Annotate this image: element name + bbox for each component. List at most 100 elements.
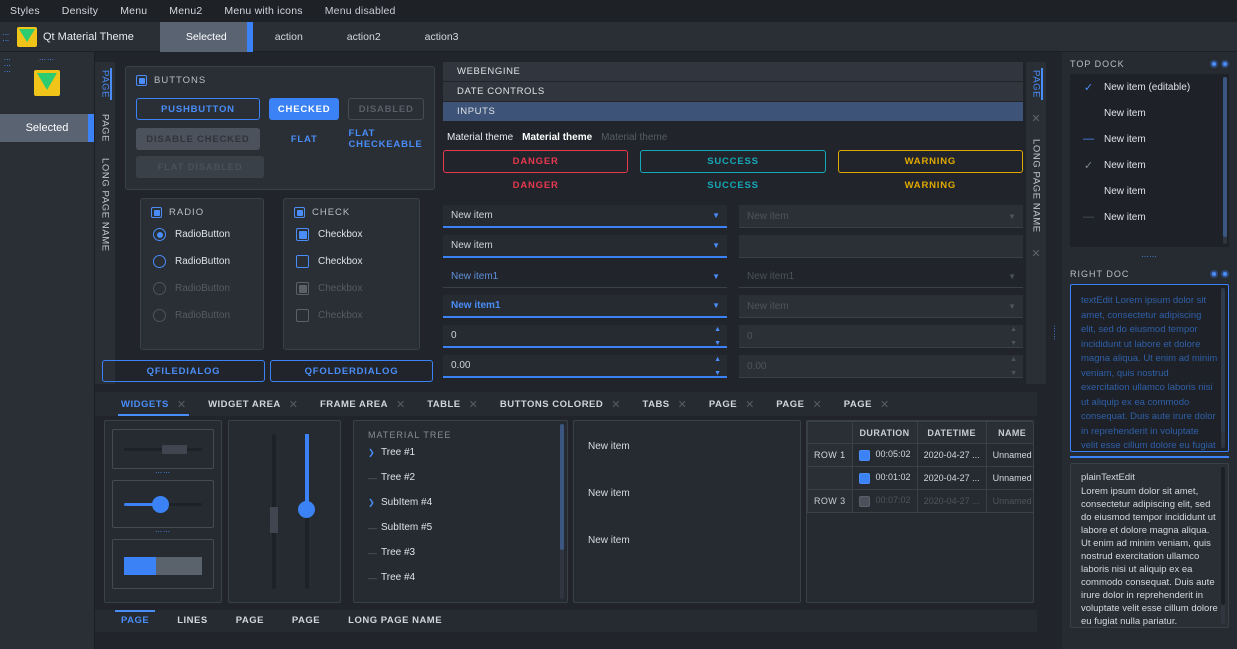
page-tab-page-2[interactable]: PAGE [222, 610, 278, 632]
vtab-left-long-page-name[interactable]: LONG PAGE NAME [100, 150, 111, 260]
table-col-duration[interactable]: DURATION [851, 421, 918, 444]
table-cell-name[interactable]: Unnamed [985, 443, 1033, 467]
chevron-right-icon[interactable]: ❯ [368, 498, 376, 507]
table-col-datetime[interactable]: DATETIME [916, 421, 987, 444]
menu-item-density[interactable]: Density [62, 5, 98, 17]
table-cell-duration[interactable]: 00:01:02 [851, 466, 918, 490]
checkbox-icon[interactable] [151, 207, 162, 218]
section-inputs[interactable]: INPUTS [443, 102, 1023, 121]
danger-flat-button[interactable]: DANGER [443, 173, 628, 198]
spinner-arrows-icon[interactable]: ▲ ▼ [714, 356, 721, 377]
checkbox-icon[interactable] [858, 472, 870, 484]
list-item[interactable]: New item [574, 421, 800, 460]
vslider-handle[interactable] [270, 507, 278, 533]
pushbutton-button[interactable]: PUSHBUTTON [136, 98, 260, 120]
tree-node-5[interactable]: — Tree #3 [360, 540, 567, 565]
close-icon[interactable]: ✕ [469, 398, 478, 411]
tab-frame-area[interactable]: FRAME AREA ✕ [309, 392, 416, 416]
close-icon[interactable]: ✕ [813, 398, 822, 411]
slider-handle[interactable] [152, 496, 169, 513]
qfolderdialog-button[interactable]: QFOLDERDIALOG [270, 360, 433, 382]
dock-list-item-6[interactable]: — New item [1070, 204, 1229, 230]
dock-list-item-5[interactable]: New item [1070, 178, 1229, 204]
toolbar-action-1[interactable]: action [253, 22, 325, 52]
dock-list-item-4[interactable]: ✓ New item [1070, 152, 1229, 178]
spinner-arrows-icon[interactable]: ▲ ▼ [714, 326, 721, 347]
dock-list-item-2[interactable]: New item [1070, 100, 1229, 126]
close-icon[interactable]: ✕ [1031, 241, 1040, 266]
tree-node-3[interactable]: ❯ SubItem #4 [360, 490, 567, 515]
close-dock-icon[interactable] [1221, 60, 1229, 68]
list-item[interactable]: New item [574, 460, 800, 507]
dock-list-scrollbar[interactable] [1223, 77, 1227, 244]
close-icon[interactable]: ✕ [396, 398, 405, 411]
warning-flat-button[interactable]: WARNING [838, 173, 1023, 198]
menu-item-styles[interactable]: Styles [10, 5, 40, 17]
tab-widget-area[interactable]: WIDGET AREA ✕ [197, 392, 309, 416]
toolbar-drag-handle[interactable]: ⋮⋮ [0, 22, 9, 51]
vtab-left-page-2[interactable]: PAGE [100, 106, 111, 150]
close-icon[interactable]: ✕ [611, 398, 620, 411]
flat-button[interactable]: FLAT [269, 128, 340, 150]
table-cell-duration[interactable]: 00:05:02 [851, 443, 918, 467]
section-date-controls[interactable]: DATE CONTROLS [443, 82, 1023, 101]
close-icon[interactable]: ✕ [1031, 106, 1040, 131]
success-button[interactable]: SUCCESS [640, 150, 826, 173]
radio-row-1[interactable]: RadioButton [153, 228, 263, 241]
float-icon[interactable] [1210, 270, 1218, 278]
dock-separator[interactable] [1070, 456, 1229, 458]
radio-icon[interactable] [153, 228, 166, 241]
close-dock-icon[interactable] [1221, 270, 1229, 278]
menu-item-menu[interactable]: Menu [120, 5, 147, 17]
table-col-name[interactable]: NAME [985, 421, 1033, 444]
toolbar-action-2[interactable]: action2 [325, 22, 403, 52]
tab-page-3[interactable]: PAGE ✕ [833, 392, 900, 416]
menu-item-menu-with-icons[interactable]: Menu with icons [224, 5, 302, 17]
tree-node-4[interactable]: — SubItem #5 [360, 515, 567, 540]
tab-tabs[interactable]: TABS ✕ [631, 392, 697, 416]
qfiledialog-button[interactable]: QFILEDIALOG [102, 360, 265, 382]
tab-widgets[interactable]: WIDGETS ✕ [110, 392, 197, 416]
radio-row-2[interactable]: RadioButton [153, 255, 263, 268]
close-icon[interactable]: ✕ [880, 398, 889, 411]
table-cell-name[interactable]: Unnamed [985, 466, 1033, 490]
chevron-right-icon[interactable]: ❯ [368, 448, 376, 457]
splitter-dots[interactable]: ⋯⋯ [105, 528, 221, 536]
table-cell-datetime[interactable]: 2020-04-27 ... [916, 466, 987, 490]
page-tab-page-1[interactable]: PAGE [107, 610, 163, 632]
toolbar-action-selected[interactable]: Selected [159, 21, 253, 52]
page-tab-long-page-name[interactable]: LONG PAGE NAME [334, 610, 456, 632]
success-flat-button[interactable]: SUCCESS [640, 173, 825, 198]
checkbox-icon[interactable] [858, 449, 870, 461]
combobox-4[interactable]: New item1 ▼ [443, 295, 727, 318]
radio-icon[interactable] [153, 255, 166, 268]
splitter-handle-vertical[interactable]: ⋯⋯ [1049, 325, 1057, 341]
dock-list-item-1[interactable]: ✓ New item (editable) [1070, 74, 1229, 100]
check-row-2[interactable]: Checkbox [296, 255, 419, 268]
flat-checkeable-button[interactable]: FLAT CHECKEABLE [349, 128, 424, 150]
tree-node-1[interactable]: ❯ Tree #1 [360, 440, 567, 465]
combobox-2[interactable]: New item ▼ [443, 235, 727, 258]
tab-page-1[interactable]: PAGE ✕ [698, 392, 765, 416]
text-edit-scrollbar[interactable] [1221, 288, 1225, 448]
text-edit[interactable]: textEdit Lorem ipsum dolor sit amet, con… [1070, 284, 1229, 452]
checked-button[interactable]: CHECKED [268, 98, 340, 120]
warning-button[interactable]: WARNING [837, 150, 1023, 173]
vslider2-handle[interactable] [298, 501, 315, 518]
combobox-1[interactable]: New item ▼ [443, 205, 727, 228]
tree-scrollbar[interactable] [560, 424, 564, 599]
vtab-right-page[interactable]: PAGE [1031, 62, 1043, 106]
float-icon[interactable] [1210, 60, 1218, 68]
page-tab-lines[interactable]: LINES [163, 610, 221, 632]
combobox-3[interactable]: New item1 ▼ [443, 265, 727, 288]
close-icon[interactable]: ✕ [177, 398, 186, 411]
sidebar-item-selected[interactable]: Selected [0, 114, 94, 142]
tree-node-2[interactable]: — Tree #2 [360, 465, 567, 490]
spinbox-int[interactable]: 0 ▲ ▼ [443, 325, 727, 348]
plain-text-edit-scrollbar[interactable] [1221, 467, 1225, 624]
plain-text-edit[interactable]: plainTextEdit Lorem ipsum dolor sit amet… [1070, 463, 1229, 628]
vtab-left-page-1[interactable]: PAGE [100, 62, 112, 106]
checkbox-icon[interactable] [296, 255, 309, 268]
dock-list-item-3[interactable]: — New item [1070, 126, 1229, 152]
close-icon[interactable]: ✕ [289, 398, 298, 411]
